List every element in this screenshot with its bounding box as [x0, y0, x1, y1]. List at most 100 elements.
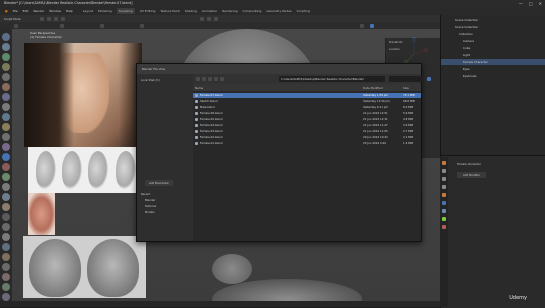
symmetry-z-icon[interactable]	[214, 16, 218, 21]
maximize-button[interactable]: □	[529, 1, 533, 6]
outliner-item[interactable]: Cube	[441, 45, 545, 51]
symmetry-x-icon[interactable]	[200, 16, 204, 21]
clay-brush-icon[interactable]	[2, 53, 10, 61]
tab-uv-editing[interactable]: UV Editing	[140, 9, 156, 13]
file-row[interactable]: Male.blend Yesterday 6:11 pm 8.0 MiB	[193, 105, 421, 110]
view-menu-icon[interactable]	[40, 16, 44, 21]
outliner-item[interactable]: Eyebrows	[441, 73, 545, 79]
box-face-set-icon[interactable]	[2, 243, 10, 251]
file-row[interactable]: Female-02.blend 20 Jun 2022 10:22 2.1 Mi…	[193, 135, 421, 140]
grab-brush-icon[interactable]	[2, 153, 10, 161]
outliner-item[interactable]: Collection	[441, 31, 545, 37]
outliner-item[interactable]: Camera	[441, 38, 545, 44]
add-modifier-button[interactable]: Add Modifier	[457, 172, 486, 178]
inflate-brush-icon[interactable]	[2, 83, 10, 91]
face-sets-menu-icon[interactable]	[61, 16, 65, 21]
crease-brush-icon[interactable]	[2, 103, 10, 111]
scene-tab-icon[interactable]	[442, 185, 446, 189]
object-tab-icon[interactable]	[442, 193, 446, 197]
clay-strips-brush-icon[interactable]	[2, 63, 10, 71]
file-row[interactable]: Female-04.blend 21 Jun 2022 11:47 3.9 Mi…	[193, 123, 421, 128]
menu-file[interactable]: File	[13, 9, 18, 13]
date-column-header[interactable]: Date Modified	[363, 86, 383, 90]
transform-icon[interactable]	[2, 293, 10, 301]
outliner-item[interactable]: Light	[441, 52, 545, 58]
refresh-icon[interactable]	[214, 77, 218, 81]
line-project-icon[interactable]	[2, 263, 10, 271]
blender-logo-icon[interactable]: ●	[5, 9, 8, 13]
new-folder-icon[interactable]	[220, 77, 224, 81]
draw-brush-icon[interactable]	[2, 33, 10, 41]
view-list-icon[interactable]	[427, 77, 431, 81]
file-row[interactable]: Female-01.blend 20 Jun 2022 9:40 1.4 MiB	[193, 141, 421, 146]
cloth-filter-icon[interactable]	[2, 283, 10, 291]
parent-directory-icon[interactable]	[208, 77, 212, 81]
smooth-brush-icon[interactable]	[2, 113, 10, 121]
tab-compositing[interactable]: Compositing	[243, 9, 262, 13]
sculpt-menu-icon[interactable]	[47, 16, 51, 21]
box-trim-icon[interactable]	[2, 253, 10, 261]
box-hide-icon[interactable]	[2, 233, 10, 241]
physics-tab-icon[interactable]	[442, 209, 446, 213]
recent-item[interactable]: Textures	[145, 204, 156, 208]
pose-brush-icon[interactable]	[2, 183, 10, 191]
fill-brush-icon[interactable]	[2, 133, 10, 141]
size-column-header[interactable]: Size	[403, 86, 409, 90]
mask-brush-icon[interactable]	[2, 213, 10, 221]
modifier-tab-icon[interactable]	[442, 201, 446, 205]
volume-item[interactable]: Local Disk (C:)	[141, 78, 160, 82]
file-row[interactable]: Female-06.blend 21 Jun 2022 12:51 5.6 Mi…	[193, 111, 421, 116]
menu-render[interactable]: Render	[33, 9, 44, 13]
tab-scripting[interactable]: Scripting	[297, 9, 310, 13]
tab-shading[interactable]: Shading	[185, 9, 197, 13]
menu-help[interactable]: Help	[66, 9, 73, 13]
data-tab-icon[interactable]	[442, 217, 446, 221]
mask-menu-icon[interactable]	[54, 16, 58, 21]
snake-hook-brush-icon[interactable]	[2, 163, 10, 171]
search-field[interactable]	[389, 76, 423, 82]
menu-edit[interactable]: Edit	[23, 9, 29, 13]
path-field[interactable]: C:\Users\SAMI\1\Desktop\Blender Realisti…	[279, 76, 385, 82]
file-row[interactable]: Sketch.blend Yesterday 11:50 pm 98.8 MiB	[193, 99, 421, 104]
file-row[interactable]: Female-03.blend 21 Jun 2022 11:05 2.7 Mi…	[193, 129, 421, 134]
thumb-brush-icon[interactable]	[2, 173, 10, 181]
outliner-item-selected[interactable]: Female Character	[441, 59, 545, 65]
material-tab-icon[interactable]	[442, 225, 446, 229]
forward-icon[interactable]	[202, 77, 206, 81]
mesh-filter-icon[interactable]	[2, 273, 10, 281]
tab-sculpting[interactable]: Sculpting	[116, 8, 135, 14]
recent-item[interactable]: Models	[145, 210, 154, 214]
tool-tab-icon[interactable]	[442, 161, 446, 165]
radius-field[interactable]	[60, 23, 64, 28]
tab-layout[interactable]: Layout	[83, 9, 93, 13]
overlay-toggle[interactable]	[360, 23, 364, 28]
tab-rendering[interactable]: Rendering	[222, 9, 237, 13]
nudge-brush-icon[interactable]	[2, 193, 10, 201]
rotate-brush-icon[interactable]	[2, 203, 10, 211]
tab-animation[interactable]: Animation	[202, 9, 217, 13]
layer-brush-icon[interactable]	[2, 73, 10, 81]
minimize-button[interactable]: —	[519, 1, 523, 6]
strength-field[interactable]	[100, 23, 104, 28]
brush-icon[interactable]	[14, 23, 18, 28]
output-tab-icon[interactable]	[442, 177, 446, 181]
symmetry-y-icon[interactable]	[207, 16, 211, 21]
box-mask-icon[interactable]	[2, 223, 10, 231]
file-row[interactable]: Female-05.blend 21 Jun 2022 12:31 4.8 Mi…	[193, 117, 421, 122]
add-bookmark-button[interactable]: Add Bookmark	[145, 180, 173, 186]
back-icon[interactable]	[196, 77, 200, 81]
render-tab-icon[interactable]	[442, 169, 446, 173]
file-row-selected[interactable]: Female-07.blend Yesterday 1:39 pm 75.1 M…	[193, 93, 421, 99]
tab-modeling[interactable]: Modeling	[98, 9, 112, 13]
outliner-item[interactable]: Eyes	[441, 66, 545, 72]
tab-texture-paint[interactable]: Texture Paint	[160, 9, 179, 13]
recent-item[interactable]: Blender	[145, 198, 155, 202]
draw-sharp-brush-icon[interactable]	[2, 43, 10, 51]
direction-toggle[interactable]	[140, 23, 144, 28]
mode-selector[interactable]: Sculpt Mode	[4, 17, 21, 21]
scrape-brush-icon[interactable]	[2, 143, 10, 151]
menu-window[interactable]: Window	[49, 9, 61, 13]
shading-solid-icon[interactable]	[370, 23, 374, 28]
close-button[interactable]: ✕	[539, 1, 542, 6]
tab-geometry-nodes[interactable]: Geometry Nodes	[266, 9, 291, 13]
